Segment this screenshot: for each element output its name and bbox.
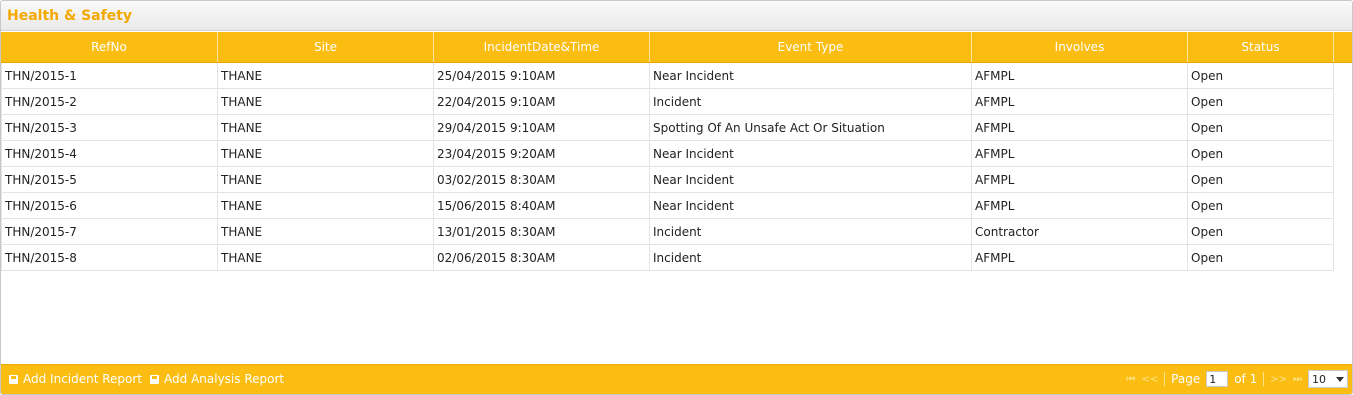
rows-per-page-select[interactable]: 10 bbox=[1308, 370, 1348, 388]
event-type-cell: Near Incident bbox=[650, 141, 972, 167]
incident-datetime-cell: 03/02/2015 8:30AM bbox=[434, 167, 650, 193]
status-cell: Open bbox=[1188, 167, 1334, 193]
refno-cell: THN/2015-8 bbox=[1, 245, 218, 271]
column-header-incident-datetime[interactable]: IncidentDate&Time bbox=[434, 32, 650, 62]
add-analysis-report-label: Add Analysis Report bbox=[164, 372, 285, 386]
table-row[interactable]: THN/2015-5 THANE 03/02/2015 8:30AM Near Inc… bbox=[1, 167, 1352, 193]
incident-datetime-cell: 23/04/2015 9:20AM bbox=[434, 141, 650, 167]
column-header-site[interactable]: Site bbox=[218, 32, 434, 62]
floppy-icon bbox=[9, 374, 18, 384]
column-header-refno[interactable]: RefNo bbox=[1, 32, 218, 62]
involves-cell: AFMPL bbox=[972, 193, 1188, 219]
column-header-status[interactable]: Status bbox=[1188, 32, 1334, 62]
involves-cell: AFMPL bbox=[972, 245, 1188, 271]
event-type-cell: Incident bbox=[650, 245, 972, 271]
event-type-cell: Spotting Of An Unsafe Act Or Situation bbox=[650, 115, 972, 141]
add-incident-report-label: Add Incident Report bbox=[23, 372, 143, 386]
site-cell: THANE bbox=[218, 245, 434, 271]
event-type-cell: Near Incident bbox=[650, 193, 972, 219]
refno-cell: THN/2015-3 bbox=[1, 115, 218, 141]
involves-cell: AFMPL bbox=[972, 141, 1188, 167]
panel-header: Health & Safety bbox=[1, 1, 1352, 31]
prev-page-icon[interactable]: << bbox=[1141, 374, 1158, 385]
event-type-cell: Incident bbox=[650, 89, 972, 115]
table-row[interactable]: THN/2015-8 THANE 02/06/2015 8:30AM Incident… bbox=[1, 245, 1352, 271]
grid-footer: Add Incident Report Add Analysis Report … bbox=[1, 364, 1352, 394]
incident-datetime-cell: 22/04/2015 9:10AM bbox=[434, 89, 650, 115]
involves-cell: AFMPL bbox=[972, 89, 1188, 115]
site-cell: THANE bbox=[218, 141, 434, 167]
next-page-icon[interactable]: >> bbox=[1270, 374, 1287, 385]
table-row[interactable]: THN/2015-2 THANE 22/04/2015 9:10AM Incident… bbox=[1, 89, 1352, 115]
page-count-label: of 1 bbox=[1234, 372, 1258, 386]
refno-cell: THN/2015-5 bbox=[1, 167, 218, 193]
column-header-event-type[interactable]: Event Type bbox=[650, 32, 972, 62]
column-header-involves[interactable]: Involves bbox=[972, 32, 1188, 62]
incident-datetime-cell: 02/06/2015 8:30AM bbox=[434, 245, 650, 271]
page-number-input[interactable] bbox=[1206, 371, 1229, 387]
floppy-icon bbox=[150, 374, 160, 384]
refno-cell: THN/2015-6 bbox=[1, 193, 218, 219]
table-row[interactable]: THN/2015-4 THANE 23/04/2015 9:20AM Near Inc… bbox=[1, 141, 1352, 167]
incident-datetime-cell: 25/04/2015 9:10AM bbox=[434, 63, 650, 89]
refno-cell: THN/2015-1 bbox=[1, 63, 218, 89]
chevron-down-icon bbox=[1336, 376, 1344, 382]
refno-cell: THN/2015-2 bbox=[1, 89, 218, 115]
status-cell: Open bbox=[1188, 63, 1334, 89]
site-cell: THANE bbox=[218, 193, 434, 219]
status-cell: Open bbox=[1188, 89, 1334, 115]
refno-cell: THN/2015-4 bbox=[1, 141, 218, 167]
event-type-cell: Near Incident bbox=[650, 63, 972, 89]
table-row[interactable]: THN/2015-3 THANE 29/04/2015 9:10AM Spotting… bbox=[1, 115, 1352, 141]
involves-cell: AFMPL bbox=[972, 63, 1188, 89]
table-row[interactable]: THN/2015-1 THANE 25/04/2015 9:10AM Near Inc… bbox=[1, 63, 1352, 89]
incident-datetime-cell: 29/04/2015 9:10AM bbox=[434, 115, 650, 141]
table-row[interactable]: THN/2015-6 THANE 15/06/2015 8:40AM Near Inc… bbox=[1, 193, 1352, 219]
page-label: Page bbox=[1171, 372, 1201, 386]
pager: ⏮ << Page of 1 >> ⏭ 10 bbox=[1126, 370, 1348, 388]
grid-header: RefNo Site IncidentDate&Time Event Type … bbox=[1, 32, 1352, 63]
pager-separator bbox=[1164, 372, 1166, 386]
site-cell: THANE bbox=[218, 63, 434, 89]
health-safety-panel: Health & Safety RefNo Site IncidentDate&… bbox=[0, 0, 1353, 395]
panel-title: Health & Safety bbox=[7, 8, 133, 24]
status-cell: Open bbox=[1188, 115, 1334, 141]
pager-separator bbox=[1263, 372, 1265, 386]
incident-grid: RefNo Site IncidentDate&Time Event Type … bbox=[1, 32, 1352, 364]
table-row[interactable]: THN/2015-7 THANE 13/01/2015 8:30AM Incident… bbox=[1, 219, 1352, 245]
involves-cell: AFMPL bbox=[972, 115, 1188, 141]
refno-cell: THN/2015-7 bbox=[1, 219, 218, 245]
grid-body: THN/2015-1 THANE 25/04/2015 9:10AM Near Inc… bbox=[1, 63, 1352, 271]
status-cell: Open bbox=[1188, 193, 1334, 219]
first-page-icon[interactable]: ⏮ bbox=[1126, 374, 1135, 385]
footer-actions: Add Incident Report Add Analysis Report bbox=[9, 372, 284, 386]
involves-cell: AFMPL bbox=[972, 167, 1188, 193]
status-cell: Open bbox=[1188, 141, 1334, 167]
incident-datetime-cell: 15/06/2015 8:40AM bbox=[434, 193, 650, 219]
rows-per-page-value: 10 bbox=[1312, 372, 1326, 386]
last-page-icon[interactable]: ⏭ bbox=[1293, 374, 1302, 385]
status-cell: Open bbox=[1188, 219, 1334, 245]
header-spacer bbox=[1334, 32, 1352, 62]
site-cell: THANE bbox=[218, 219, 434, 245]
add-analysis-report-button[interactable]: Add Analysis Report bbox=[150, 372, 284, 386]
site-cell: THANE bbox=[218, 115, 434, 141]
incident-datetime-cell: 13/01/2015 8:30AM bbox=[434, 219, 650, 245]
event-type-cell: Incident bbox=[650, 219, 972, 245]
status-cell: Open bbox=[1188, 245, 1334, 271]
event-type-cell: Near Incident bbox=[650, 167, 972, 193]
involves-cell: Contractor bbox=[972, 219, 1188, 245]
add-incident-report-button[interactable]: Add Incident Report bbox=[9, 372, 142, 386]
site-cell: THANE bbox=[218, 167, 434, 193]
site-cell: THANE bbox=[218, 89, 434, 115]
